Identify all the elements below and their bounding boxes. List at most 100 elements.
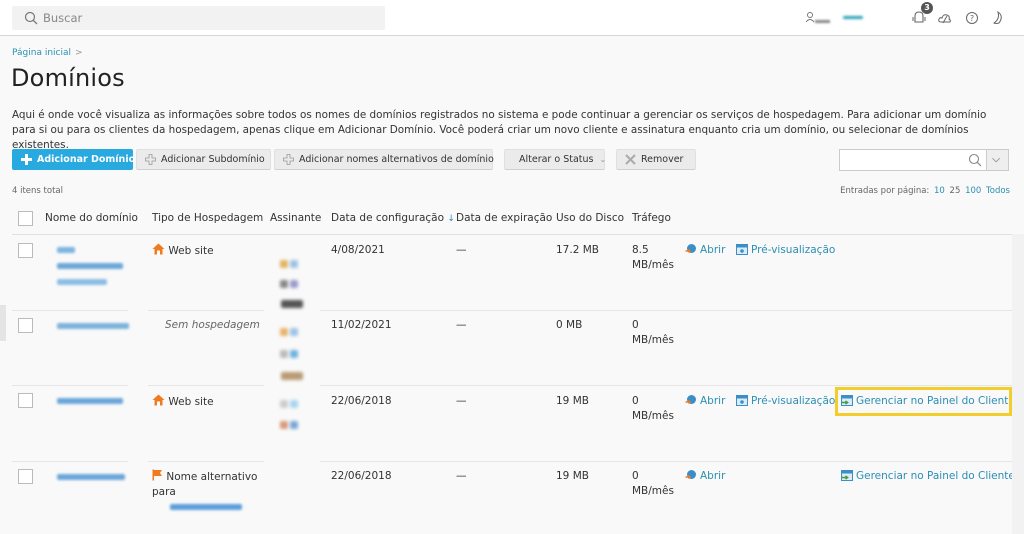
plus-outline-icon xyxy=(145,154,156,165)
globe-open-icon xyxy=(685,244,696,254)
domain-name-link[interactable] xyxy=(57,474,125,480)
expiration-date: — xyxy=(456,395,467,407)
column-hosting-type[interactable]: Tipo de Hospedagem xyxy=(152,212,263,224)
page-description: Aqui é onde você visualiza as informaçõe… xyxy=(12,109,987,151)
row-divider xyxy=(12,461,128,462)
column-config-date[interactable]: Data de configuração ↓ xyxy=(331,212,455,224)
traffic-value: 0 xyxy=(632,395,639,407)
traffic: 0 MB/mês xyxy=(632,469,674,499)
hosting-type-cell: Web site xyxy=(152,394,214,410)
column-subscriber[interactable]: Assinante xyxy=(270,212,321,224)
expiration-date: — xyxy=(456,470,467,482)
help-icon[interactable]: ? xyxy=(965,10,979,26)
sidebar-collapse-handle[interactable] xyxy=(0,305,6,341)
row-checkbox[interactable] xyxy=(18,243,33,258)
hosting-type-label: Sem hospedagem xyxy=(165,319,260,331)
per-page-25[interactable]: 25 xyxy=(950,186,961,196)
search-input[interactable]: Buscar xyxy=(12,6,385,30)
customer-panel-icon xyxy=(841,470,853,481)
row-divider xyxy=(148,461,264,462)
breadcrumb-separator: > xyxy=(75,48,83,58)
remove-button[interactable]: Remover xyxy=(616,149,696,170)
filter-options-toggle[interactable] xyxy=(987,149,1009,171)
cloud-icon[interactable] xyxy=(938,10,952,26)
expiration-date: — xyxy=(456,244,467,256)
page-margin xyxy=(1012,234,1024,534)
search-icon[interactable] xyxy=(968,153,982,167)
svg-text:?: ? xyxy=(970,14,974,23)
top-bar: Buscar 3 ? xyxy=(0,0,1024,36)
per-page-label: Entradas por página: xyxy=(840,186,930,196)
remove-icon xyxy=(625,154,636,165)
disk-usage: 0 MB xyxy=(556,319,583,331)
disk-usage: 19 MB xyxy=(556,470,589,482)
traffic: 8.5 MB/mês xyxy=(632,243,674,273)
preview-link[interactable]: Pré-visualização xyxy=(736,243,835,258)
dark-mode-icon[interactable] xyxy=(993,10,1005,26)
row-divider xyxy=(12,310,128,311)
column-domain-name[interactable]: Nome do domínio xyxy=(45,212,138,224)
manage-in-customer-panel-link[interactable]: Gerenciar no Painel do Cliente xyxy=(841,469,1015,484)
disk-usage: 17.2 MB xyxy=(556,244,599,256)
per-page-all[interactable]: Todos xyxy=(986,186,1010,196)
chevron-down-icon: ⌄ xyxy=(599,155,607,164)
disk-usage: 19 MB xyxy=(556,395,589,407)
row-checkbox[interactable] xyxy=(18,469,33,484)
config-date: 4/08/2021 xyxy=(331,244,385,256)
domain-name-link[interactable] xyxy=(57,323,129,329)
search-icon xyxy=(24,11,38,25)
add-subdomain-label: Adicionar Subdomínio xyxy=(161,154,265,165)
traffic: 0 MB/mês xyxy=(632,394,674,424)
row-divider xyxy=(148,385,264,386)
list-filter-input[interactable] xyxy=(839,149,987,171)
column-disk-usage[interactable]: Uso do Disco xyxy=(556,212,624,224)
plus-outline-icon xyxy=(283,154,294,165)
per-page-100[interactable]: 100 xyxy=(965,186,981,196)
column-config-date-label: Data de configuração xyxy=(331,212,445,224)
breadcrumb: Página inicial > xyxy=(12,48,83,58)
open-link[interactable]: Abrir xyxy=(685,394,725,409)
traffic-value: 0 xyxy=(632,470,639,482)
page-title: Domínios xyxy=(11,64,125,92)
domain-name-link[interactable] xyxy=(57,398,123,404)
open-link[interactable]: Abrir xyxy=(685,469,725,484)
add-domain-button[interactable]: Adicionar Domínio xyxy=(12,149,136,170)
preview-link[interactable]: Pré-visualização xyxy=(736,394,835,409)
house-icon xyxy=(152,394,165,406)
row-checkbox[interactable] xyxy=(18,318,33,333)
search-placeholder: Buscar xyxy=(43,11,83,25)
expiration-date: — xyxy=(456,319,467,331)
add-domain-label: Adicionar Domínio xyxy=(37,154,136,165)
sort-desc-icon: ↓ xyxy=(447,214,455,224)
highlight-box xyxy=(835,387,1012,416)
header-divider xyxy=(12,234,1012,235)
alias-target-link[interactable] xyxy=(170,504,242,510)
traffic-value: 0 xyxy=(632,319,639,331)
column-expiration-date[interactable]: Data de expiração xyxy=(456,212,552,224)
column-traffic[interactable]: Tráfego xyxy=(632,212,671,224)
traffic-value: 8.5 xyxy=(632,244,649,256)
row-checkbox[interactable] xyxy=(18,393,33,408)
config-date: 22/06/2018 xyxy=(331,470,392,482)
hosting-type-cell: Web site xyxy=(152,243,214,259)
breadcrumb-home-link[interactable]: Página inicial xyxy=(12,48,71,58)
row-divider xyxy=(320,310,1012,311)
hosting-type-label: Web site xyxy=(168,245,214,257)
items-total: 4 itens total xyxy=(12,186,63,196)
traffic-unit: MB/mês xyxy=(632,259,674,271)
globe-open-icon xyxy=(685,470,696,480)
traffic: 0 MB/mês xyxy=(632,318,674,348)
add-domain-alias-button[interactable]: Adicionar nomes alternativos de domínio xyxy=(274,149,494,170)
traffic-unit: MB/mês xyxy=(632,485,674,497)
plus-icon xyxy=(21,154,32,165)
per-page-10[interactable]: 10 xyxy=(934,186,945,196)
select-all-checkbox[interactable] xyxy=(18,211,33,226)
user-icon[interactable] xyxy=(806,10,834,26)
globe-open-icon xyxy=(685,395,696,405)
row-divider xyxy=(320,461,1012,462)
chevron-down-icon xyxy=(992,157,1001,163)
add-subdomain-button[interactable]: Adicionar Subdomínio xyxy=(136,149,271,170)
open-link[interactable]: Abrir xyxy=(685,243,725,258)
account-name-blurred[interactable] xyxy=(843,16,863,19)
change-status-dropdown[interactable]: Alterar o Status ⌄ xyxy=(504,149,607,170)
